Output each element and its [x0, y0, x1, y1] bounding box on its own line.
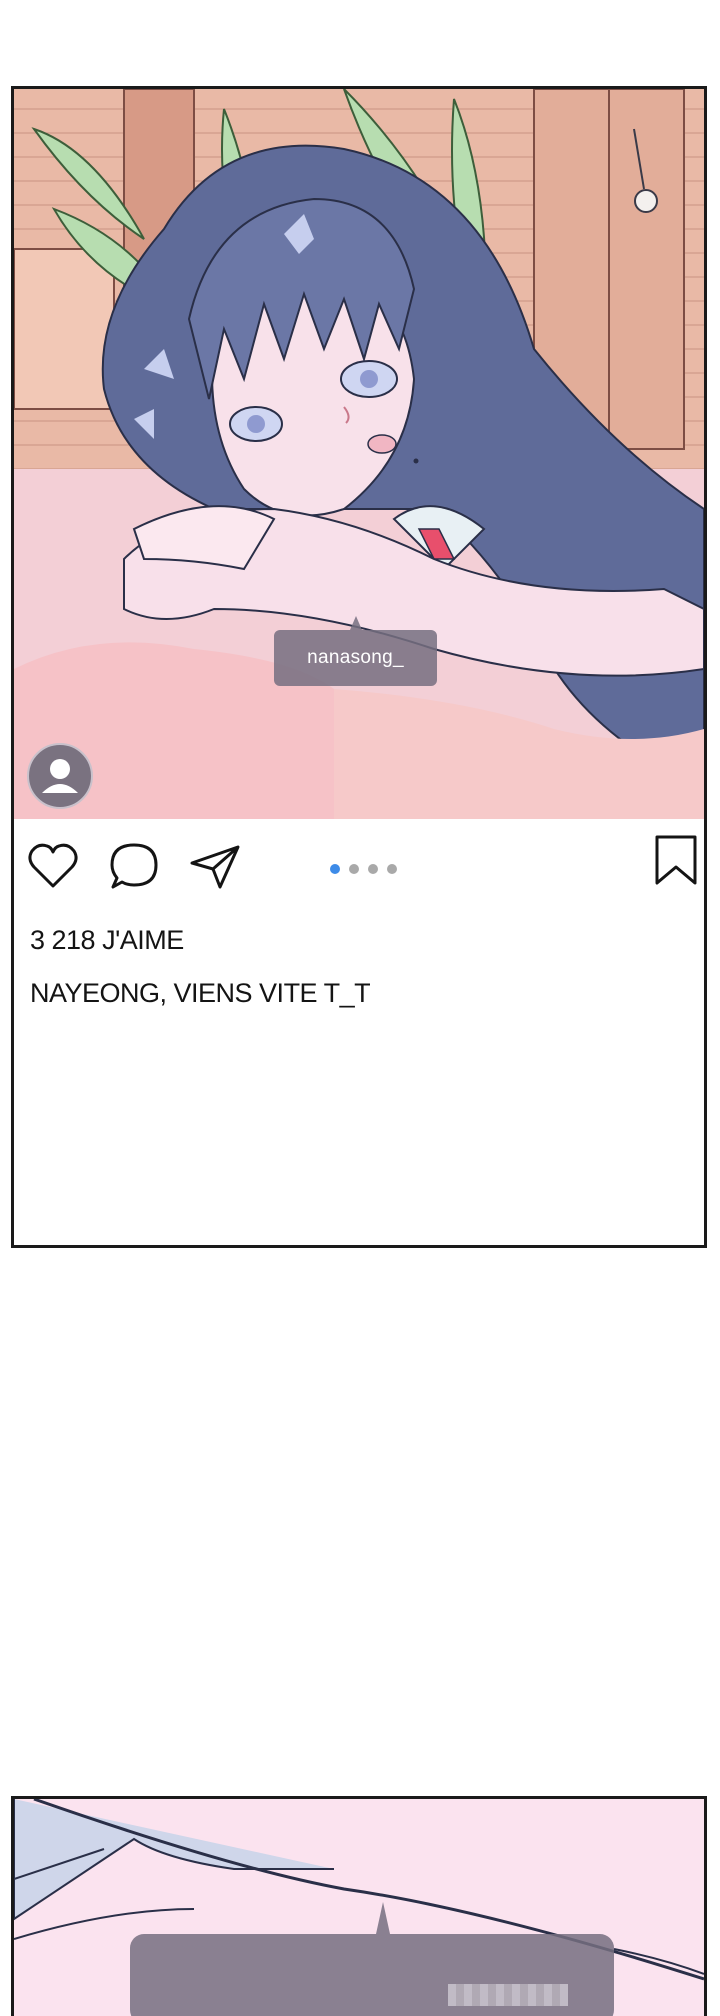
social-post-card: nanasong_ 3 218 J'AIME NAYEONG, VIENS VI…: [11, 86, 707, 1248]
post-illustration: [14, 89, 704, 819]
carousel-indicator: [330, 861, 406, 874]
carousel-dot[interactable]: [330, 864, 340, 874]
carousel-dot[interactable]: [349, 864, 359, 874]
paper-plane-icon[interactable]: [186, 837, 244, 895]
post-image[interactable]: nanasong_: [14, 89, 704, 819]
blurred-username: [448, 1984, 568, 2006]
post-action-bar: [14, 835, 704, 907]
likes-count: 3 218 J'AIME: [30, 925, 184, 955]
next-user-tag-bubble[interactable]: [130, 1902, 614, 2016]
comment-bubble-icon[interactable]: [105, 837, 163, 895]
user-tag-bubble[interactable]: nanasong_: [274, 616, 437, 686]
user-avatar-icon[interactable]: [27, 743, 93, 809]
bookmark-icon[interactable]: [647, 831, 705, 889]
carousel-dot[interactable]: [368, 864, 378, 874]
carousel-dot[interactable]: [387, 864, 397, 874]
heart-icon[interactable]: [24, 837, 82, 895]
post-caption: NAYEONG, VIENS VITE T_T: [30, 978, 371, 1008]
next-post-card: [11, 1796, 707, 2016]
